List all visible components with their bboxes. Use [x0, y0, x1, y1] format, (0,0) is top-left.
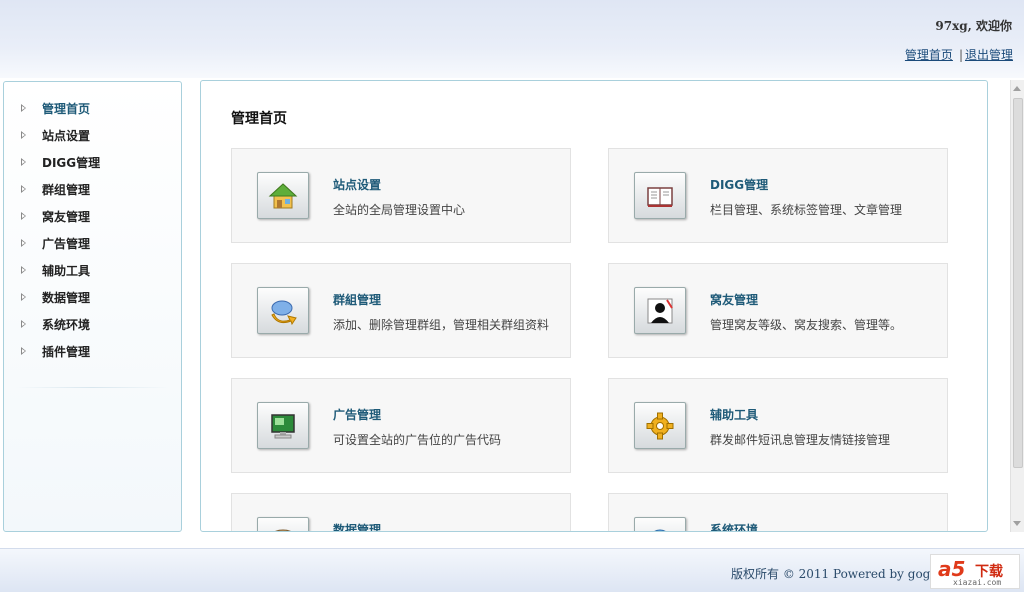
chevron-right-icon [21, 320, 26, 328]
sidebar-item-digg[interactable]: DIGG管理 [4, 154, 181, 181]
card-digg[interactable]: DIGG管理 栏目管理、系统标签管理、文章管理 [608, 148, 948, 243]
chevron-right-icon [21, 347, 26, 355]
sidebar-item-label: 数据管理 [42, 291, 91, 305]
link-separator: | [958, 48, 963, 62]
card-members[interactable]: 窝友管理 管理窝友等级、窝友搜索、管理等。 [608, 263, 948, 358]
card-title: 辅助工具 [710, 408, 759, 422]
a5-download-logo: a5 下载 xiazai.com [930, 554, 1020, 589]
card-title: 数据管理 [333, 523, 382, 532]
card-description: 群发邮件短讯息管理友情链接管理 [710, 433, 891, 447]
card-system[interactable]: 系统环境 [608, 493, 948, 532]
card-groups[interactable]: 群組管理 添加、删除管理群组，管理相关群组资料 [231, 263, 571, 358]
footer: 版权所有 © 2011 Powered by gogoR a5 下载 xiaza… [0, 548, 1024, 592]
card-tools[interactable]: 辅助工具 群发邮件短讯息管理友情链接管理 [608, 378, 948, 473]
card-title: DIGG管理 [710, 178, 769, 192]
sidebar-divider [16, 387, 169, 388]
chevron-right-icon [21, 185, 26, 193]
sidebar-item-system[interactable]: 系统环境 [4, 316, 181, 343]
sidebar-item-site-settings[interactable]: 站点设置 [4, 127, 181, 154]
database-icon [257, 517, 309, 531]
scroll-thumb[interactable] [1013, 98, 1023, 468]
book-icon [634, 172, 686, 219]
sidebar: 管理首页 站点设置 DIGG管理 群组管理 窝友管理 广告管理 辅助工具 数据管… [3, 81, 182, 532]
chevron-right-icon [21, 293, 26, 301]
sidebar-item-members[interactable]: 窝友管理 [4, 208, 181, 235]
card-title: 站点设置 [333, 178, 382, 192]
chevron-right-icon [21, 158, 26, 166]
vertical-scrollbar[interactable] [1010, 80, 1024, 532]
sidebar-item-label: 站点设置 [42, 129, 91, 143]
sidebar-item-label: 插件管理 [42, 345, 91, 359]
group-arrow-icon [257, 287, 309, 334]
globe-icon [634, 517, 686, 531]
sidebar-item-label: 窝友管理 [42, 210, 91, 224]
sidebar-item-plugins[interactable]: 插件管理 [4, 343, 181, 370]
sidebar-item-groups[interactable]: 群组管理 [4, 181, 181, 208]
chevron-right-icon [21, 104, 26, 112]
page-title: 管理首页 [231, 111, 287, 127]
card-title: 窝友管理 [710, 293, 759, 307]
card-description: 栏目管理、系统标签管理、文章管理 [710, 203, 903, 217]
sidebar-item-label: DIGG管理 [42, 156, 101, 170]
chevron-right-icon [21, 131, 26, 139]
chevron-right-icon [21, 212, 26, 220]
card-title: 群組管理 [333, 293, 382, 307]
card-title: 广告管理 [333, 408, 382, 422]
sidebar-item-ads[interactable]: 广告管理 [4, 235, 181, 262]
scroll-down-arrow-icon[interactable] [1013, 521, 1021, 526]
sidebar-item-tools[interactable]: 辅助工具 [4, 262, 181, 289]
header: 97xg, 欢迎你 管理首页 | 退出管理 [0, 0, 1024, 78]
card-description: 全站的全局管理设置中心 [333, 203, 466, 217]
welcome-text: 97xg, 欢迎你 [935, 19, 1012, 33]
sidebar-item-home[interactable]: 管理首页 [4, 100, 181, 127]
sidebar-item-label: 广告管理 [42, 237, 91, 251]
house-icon [257, 172, 309, 219]
logout-link[interactable]: 退出管理 [965, 48, 1013, 62]
copyright-text: 版权所有 © 2011 Powered by gogoR [731, 567, 947, 581]
sidebar-item-label: 辅助工具 [42, 264, 91, 278]
main-panel: 管理首页 站点设置 全站的全局管理设置中心 DIGG管理 栏目管理、系统标签管理… [200, 80, 988, 532]
scroll-up-arrow-icon[interactable] [1013, 86, 1021, 91]
sidebar-item-data[interactable]: 数据管理 [4, 289, 181, 316]
card-title: 系统环境 [710, 523, 759, 532]
monitor-icon [257, 402, 309, 449]
card-description: 添加、删除管理群组，管理相关群组资料 [333, 318, 550, 332]
logo-sub: xiazai.com [953, 578, 1002, 587]
sidebar-item-label: 管理首页 [42, 102, 91, 116]
card-site-settings[interactable]: 站点设置 全站的全局管理设置中心 [231, 148, 571, 243]
card-data[interactable]: 数据管理 [231, 493, 571, 532]
sidebar-item-label: 系统环境 [42, 318, 91, 332]
top-links: 管理首页 | 退出管理 [905, 46, 1013, 63]
admin-home-link[interactable]: 管理首页 [905, 48, 953, 62]
gear-icon [634, 402, 686, 449]
card-ads[interactable]: 广告管理 可设置全站的广告位的广告代码 [231, 378, 571, 473]
user-silhouette-icon [634, 287, 686, 334]
card-description: 管理窝友等级、窝友搜索、管理等。 [710, 318, 903, 332]
card-description: 可设置全站的广告位的广告代码 [333, 433, 502, 447]
sidebar-item-label: 群组管理 [42, 183, 91, 197]
chevron-right-icon [21, 239, 26, 247]
chevron-right-icon [21, 266, 26, 274]
